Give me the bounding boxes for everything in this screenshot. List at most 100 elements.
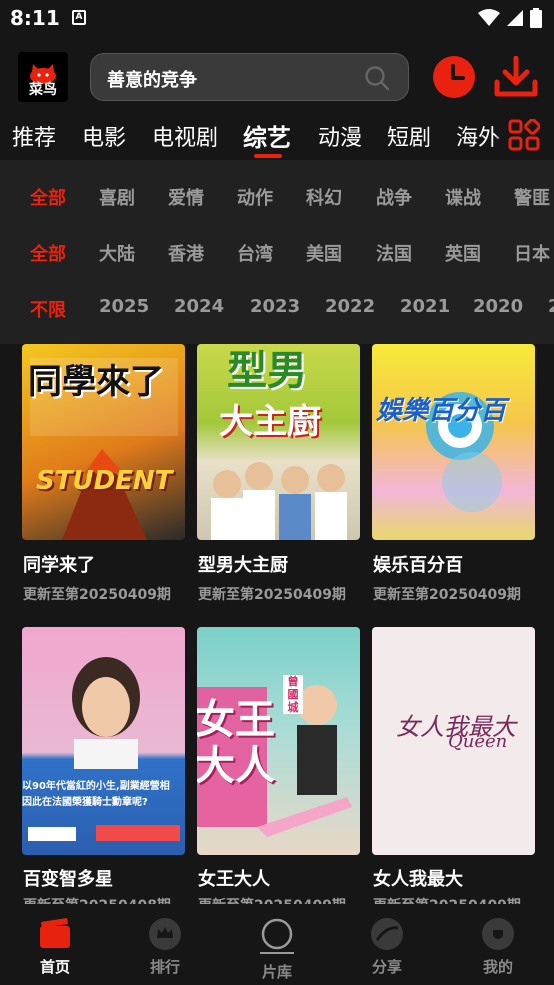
- tab-anime[interactable]: 动漫: [318, 120, 362, 152]
- nav-profile[interactable]: 我的: [443, 904, 553, 985]
- logo-text: 菜鸟: [29, 82, 57, 98]
- card-title: 女王大人: [198, 869, 270, 890]
- clapperboard-icon: [40, 918, 70, 948]
- filter-genre-action[interactable]: 动作: [237, 184, 273, 210]
- filter-genre-all[interactable]: 全部: [30, 184, 66, 210]
- card-update-status: 更新至第20250409期: [373, 587, 521, 603]
- poster-subtitle: 大主廚: [219, 402, 321, 442]
- card-update-status: 更新至第20250408期: [23, 895, 171, 904]
- battery-icon: [530, 8, 542, 28]
- download-button[interactable]: [494, 55, 538, 98]
- filter-year-2025[interactable]: 2025: [99, 296, 149, 317]
- filter-region-mainland[interactable]: 大陆: [99, 240, 135, 266]
- filter-genre-comedy[interactable]: 喜剧: [99, 184, 135, 210]
- nav-home[interactable]: 首页: [0, 904, 110, 985]
- poster-subtitle: STUDENT: [36, 466, 173, 496]
- card-title: 百变智多星: [23, 869, 113, 890]
- content-card[interactable]: 女人我最大 Queen 女人我最大 更新至第20250409期: [372, 627, 535, 904]
- filter-genre-romance[interactable]: 爱情: [168, 184, 204, 210]
- poster-art: [28, 657, 180, 841]
- app-header: 菜鸟 善意的竞争: [0, 38, 554, 110]
- nav-share-label: 分享: [371, 958, 402, 976]
- poster-image[interactable]: 型男 大主廚: [197, 344, 360, 540]
- search-input[interactable]: 善意的竞争: [90, 53, 409, 101]
- filter-region-japan[interactable]: 日本: [514, 240, 550, 266]
- filter-genre-crime[interactable]: 警匪: [514, 184, 550, 210]
- filter-genre-scifi[interactable]: 科幻: [306, 184, 342, 210]
- content-card[interactable]: 女王大人 曾國城 女王大人 更新至第20250409期: [197, 627, 360, 904]
- tab-variety[interactable]: 综艺: [243, 118, 291, 153]
- filter-year-2023[interactable]: 2023: [250, 296, 300, 317]
- filter-region-hongkong[interactable]: 香港: [168, 240, 204, 266]
- nav-profile-label: 我的: [482, 958, 513, 976]
- card-title: 同学来了: [23, 555, 95, 576]
- region-filter-row: 全部 大陆 香港 台湾 美国 法国 英国 日本: [0, 230, 554, 270]
- poster-subtitle: Queen: [448, 731, 508, 752]
- content-card[interactable]: 以90年代當紅的小生,副業經營相 因此在法國榮獲騎士勳章呢? 百变智多星 更新至…: [22, 627, 185, 904]
- poster-image[interactable]: 同學來了 STUDENT: [22, 344, 185, 540]
- filter-region-all[interactable]: 全部: [30, 240, 66, 266]
- filter-year-2022[interactable]: 2022: [325, 296, 375, 317]
- history-button[interactable]: [433, 56, 475, 98]
- genre-filter-row: 全部 喜剧 爱情 动作 科幻 战争 谍战 警匪: [0, 174, 554, 214]
- poster-image[interactable]: 以90年代當紅的小生,副業經營相 因此在法國榮獲騎士勳章呢?: [22, 627, 185, 855]
- filter-year-2020[interactable]: 2020: [473, 296, 523, 317]
- filter-region-uk[interactable]: 英国: [445, 240, 481, 266]
- filter-genre-war[interactable]: 战争: [376, 184, 412, 210]
- download-icon: [494, 55, 538, 97]
- share-planet-icon: [371, 918, 403, 950]
- content-grid: 同學來了 STUDENT 同学来了 更新至第20250409期 型男 大主廚 型…: [0, 344, 554, 904]
- notification-icon: A: [72, 10, 86, 25]
- nav-ranking-label: 排行: [149, 958, 180, 976]
- poster-image[interactable]: 女王大人 曾國城: [197, 627, 360, 855]
- poster-image[interactable]: 娛樂百分百: [372, 344, 535, 540]
- tab-overseas[interactable]: 海外: [456, 120, 500, 152]
- filter-region-france[interactable]: 法国: [376, 240, 412, 266]
- filter-year-any[interactable]: 不限: [30, 296, 66, 322]
- filter-year-2024[interactable]: 2024: [174, 296, 224, 317]
- tab-short-drama[interactable]: 短剧: [387, 120, 431, 152]
- nav-home-label: 首页: [39, 958, 70, 976]
- tab-movies[interactable]: 电影: [82, 120, 126, 152]
- poster-image[interactable]: 女人我最大 Queen: [372, 627, 535, 855]
- crown-icon: [149, 918, 181, 950]
- filter-year-2021[interactable]: 2021: [400, 296, 450, 317]
- poster-caption: 以90年代當紅的小生,副業經營相: [22, 781, 170, 792]
- content-card[interactable]: 娛樂百分百 娱乐百分百 更新至第20250409期: [372, 344, 535, 614]
- poster-title: 娛樂百分百: [376, 396, 507, 426]
- profile-icon: [482, 918, 514, 950]
- clock-icon: [451, 64, 465, 80]
- active-tab-indicator: [254, 154, 282, 158]
- poster-art: [426, 392, 502, 512]
- search-placeholder: 善意的竞争: [107, 70, 197, 91]
- status-icons: [478, 8, 542, 28]
- grid-icon: [508, 119, 540, 151]
- tab-recommend[interactable]: 推荐: [12, 120, 56, 152]
- tab-tv-series[interactable]: 电视剧: [152, 120, 218, 152]
- card-title: 女人我最大: [373, 869, 463, 890]
- search-icon[interactable]: [364, 65, 390, 91]
- card-update-status: 更新至第20250409期: [198, 587, 346, 603]
- card-title: 娱乐百分百: [373, 555, 463, 576]
- card-update-status: 更新至第20250409期: [198, 895, 346, 904]
- category-tabs: 推荐 电影 电视剧 综艺 动漫 短剧 海外: [0, 110, 554, 160]
- library-icon: [261, 918, 293, 950]
- filter-genre-spy[interactable]: 谍战: [445, 184, 481, 210]
- status-time: 8:11: [10, 6, 60, 30]
- poster-title: 型男: [227, 348, 307, 394]
- app-logo[interactable]: 菜鸟: [18, 52, 68, 102]
- bottom-nav: 首页 排行 片库 分享 我的: [0, 904, 554, 985]
- filter-year-2019[interactable]: 2019: [548, 296, 554, 317]
- poster-title: 同學來了: [28, 362, 164, 402]
- category-grid-button[interactable]: [496, 110, 554, 160]
- content-card[interactable]: 型男 大主廚 型男大主厨 更新至第20250409期: [197, 344, 360, 614]
- nav-library[interactable]: 片库: [222, 904, 332, 985]
- status-bar: 8:11 A: [0, 0, 554, 38]
- content-card[interactable]: 同學來了 STUDENT 同学来了 更新至第20250409期: [22, 344, 185, 614]
- nav-ranking[interactable]: 排行: [110, 904, 220, 985]
- filter-region-usa[interactable]: 美国: [306, 240, 342, 266]
- nav-share[interactable]: 分享: [332, 904, 442, 985]
- card-title: 型男大主厨: [198, 555, 288, 576]
- filter-region-taiwan[interactable]: 台湾: [237, 240, 273, 266]
- filter-panel: 全部 喜剧 爱情 动作 科幻 战争 谍战 警匪 全部 大陆 香港 台湾 美国 法…: [0, 160, 554, 344]
